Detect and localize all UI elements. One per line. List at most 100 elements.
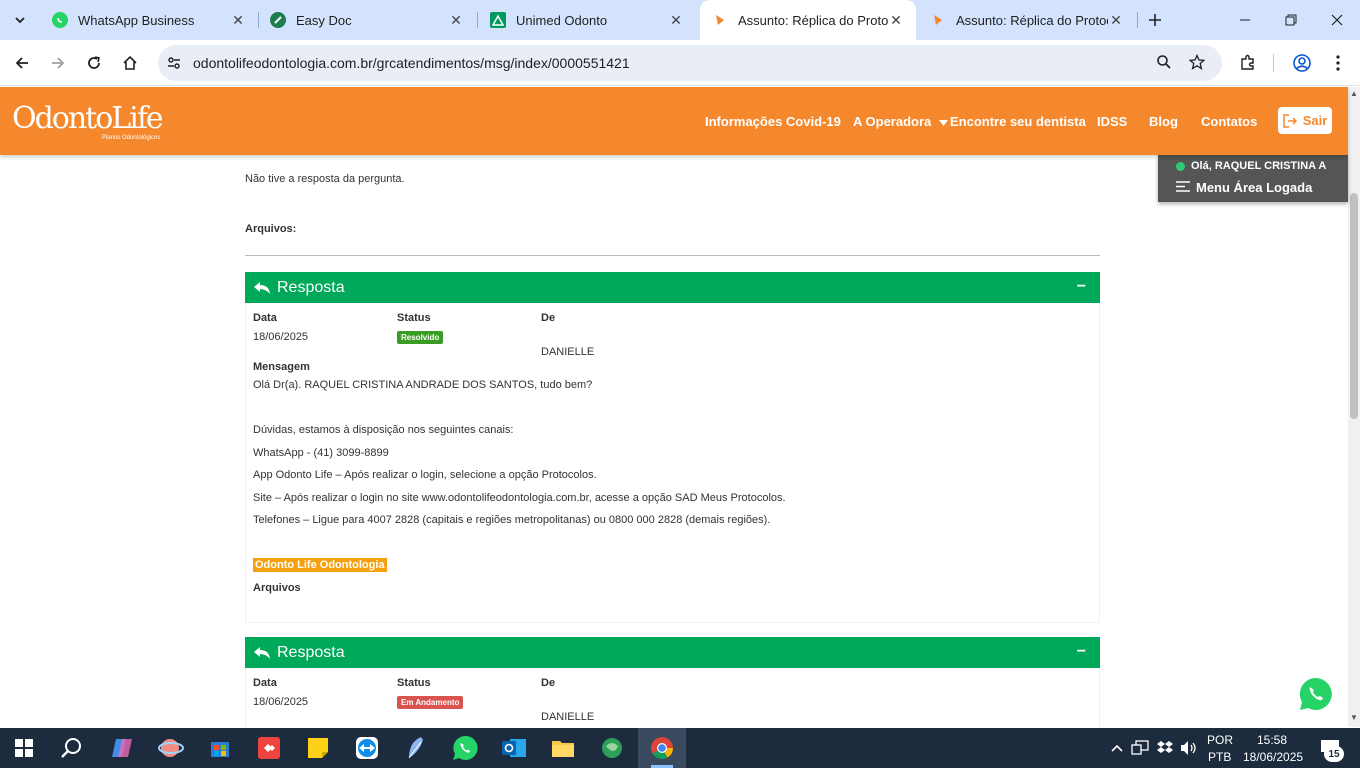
nav-contatos[interactable]: Contatos xyxy=(1201,114,1257,129)
close-icon[interactable]: ✕ xyxy=(668,12,684,28)
close-icon[interactable]: ✕ xyxy=(888,12,904,28)
from-label: De xyxy=(541,677,556,689)
logout-button[interactable]: Sair xyxy=(1278,107,1332,134)
close-window-button[interactable] xyxy=(1314,0,1360,40)
tab-search-button[interactable] xyxy=(6,6,34,34)
tray-volume[interactable] xyxy=(1175,734,1203,762)
response-title: Resposta xyxy=(277,643,345,661)
response-header[interactable]: Resposta − xyxy=(245,637,1100,668)
restore-icon xyxy=(1285,14,1297,26)
arrow-left-icon xyxy=(15,57,28,69)
taskbar-file-explorer[interactable] xyxy=(549,734,577,762)
response-title: Resposta xyxy=(277,278,345,296)
clock-time[interactable]: 15:58 xyxy=(1257,733,1287,747)
taskbar-teamviewer[interactable] xyxy=(353,734,381,762)
taskbar-outlook[interactable] xyxy=(500,734,528,762)
message-line: Dúvidas, estamos à disposição nos seguin… xyxy=(253,424,514,436)
forward-button[interactable] xyxy=(44,49,72,77)
reply-icon xyxy=(254,281,270,294)
tab-assunto-replica[interactable]: Assunto: Réplica do Protocolo ✕ xyxy=(918,0,1136,40)
menu-area-logada[interactable]: Menu Área Logada xyxy=(1176,180,1312,195)
logo-text: OdontoLife xyxy=(12,101,164,136)
windows-icon xyxy=(15,739,33,757)
logout-icon xyxy=(1282,113,1297,128)
collapse-button[interactable]: − xyxy=(1077,278,1086,296)
network-icon xyxy=(1131,740,1149,755)
scroll-up-arrow[interactable]: ▲ xyxy=(1349,89,1359,99)
tab-unimed-odonto[interactable]: Unimed Odonto ✕ xyxy=(478,0,696,40)
tray-network[interactable] xyxy=(1126,734,1154,762)
taskbar-copilot[interactable] xyxy=(108,734,136,762)
nav-covid[interactable]: Informações Covid-19 xyxy=(705,114,841,129)
arrow-right-icon xyxy=(52,57,65,69)
taskbar-store[interactable] xyxy=(206,734,234,762)
search-button[interactable] xyxy=(58,734,86,762)
site-info-icon[interactable] xyxy=(166,55,182,76)
extensions-button[interactable] xyxy=(1234,49,1262,77)
profile-button[interactable] xyxy=(1288,49,1316,77)
tab-label: Assunto: Réplica do Protocolo xyxy=(956,12,1108,28)
minimize-button[interactable] xyxy=(1222,0,1268,40)
tab-label: Assunto: Réplica do Protocolo xyxy=(738,12,888,28)
restore-button[interactable] xyxy=(1268,0,1314,40)
scrollbar-thumb[interactable] xyxy=(1350,193,1358,419)
chrome-icon xyxy=(651,737,673,759)
odontolife-icon xyxy=(712,12,728,28)
taskbar-whatsapp[interactable] xyxy=(451,734,479,762)
close-icon[interactable]: ✕ xyxy=(1108,12,1124,28)
taskbar-chrome[interactable] xyxy=(648,734,676,762)
language-indicator-line2[interactable]: PTB xyxy=(1208,750,1231,764)
tab-assunto-replica-active[interactable]: Assunto: Réplica do Protocolo ✕ xyxy=(700,0,916,40)
close-icon xyxy=(1331,14,1343,26)
menu-icon xyxy=(1176,181,1190,192)
map-globe-icon xyxy=(602,738,622,758)
user-menu-panel[interactable]: Olá, RAQUEL CRISTINA ANDRADE DOS SANTOS … xyxy=(1158,155,1348,202)
response-body: Data 18/06/2025 Status Resolvido De DANI… xyxy=(245,303,1100,623)
collapse-button[interactable]: − xyxy=(1077,643,1086,661)
close-icon[interactable]: ✕ xyxy=(448,12,464,28)
tab-label: Unimed Odonto xyxy=(516,12,608,28)
teamviewer-icon xyxy=(356,737,378,759)
taskbar-app-feather[interactable] xyxy=(402,734,430,762)
nav-blog[interactable]: Blog xyxy=(1149,114,1178,129)
logo-subtitle: Planos Odontológicos xyxy=(102,135,161,141)
whatsapp-float-button[interactable] xyxy=(1298,676,1334,712)
close-icon[interactable]: ✕ xyxy=(230,12,246,28)
home-button[interactable] xyxy=(116,49,144,77)
date-value: 18/06/2025 xyxy=(253,696,309,708)
new-tab-button[interactable] xyxy=(1143,8,1167,32)
zoom-icon[interactable] xyxy=(1156,54,1172,75)
toolbar-divider xyxy=(1273,54,1274,72)
taskbar-anydesk[interactable] xyxy=(255,734,283,762)
taskbar-app-globe[interactable] xyxy=(157,734,185,762)
address-bar[interactable]: odontolifeodontologia.com.br/grcatendime… xyxy=(158,45,1222,81)
nav-idss[interactable]: IDSS xyxy=(1097,114,1127,129)
start-button[interactable] xyxy=(10,734,38,762)
back-button[interactable] xyxy=(8,49,36,77)
nav-a-operadora[interactable]: A Operadora xyxy=(853,114,948,129)
clock-date[interactable]: 18/06/2025 xyxy=(1243,750,1303,764)
tab-whatsapp-business[interactable]: WhatsApp Business ✕ xyxy=(40,0,258,40)
odontolife-icon xyxy=(930,12,946,28)
language-indicator-line1[interactable]: POR xyxy=(1207,733,1233,747)
nav-label: A Operadora xyxy=(853,114,932,129)
tab-easy-doc[interactable]: Easy Doc ✕ xyxy=(258,0,476,40)
scroll-down-arrow[interactable]: ▼ xyxy=(1349,713,1359,723)
site-header: OdontoLife Planos Odontológicos Informaç… xyxy=(0,87,1348,155)
reload-button[interactable] xyxy=(80,49,108,77)
taskbar-app-map[interactable] xyxy=(598,734,626,762)
response-header[interactable]: Resposta − xyxy=(245,272,1100,303)
message-line: Telefones – Ligue para 4007 2828 (capita… xyxy=(253,514,771,526)
star-icon[interactable] xyxy=(1188,53,1206,75)
odontolife-logo[interactable]: OdontoLife Planos Odontológicos xyxy=(12,101,164,141)
tab-separator xyxy=(1137,12,1138,28)
folder-icon xyxy=(552,741,574,757)
feather-icon xyxy=(408,737,423,759)
nav-encontre-dentista[interactable]: Encontre seu dentista xyxy=(950,114,1086,129)
search-icon xyxy=(61,738,81,758)
reload-icon xyxy=(88,56,100,69)
whatsapp-icon xyxy=(52,12,68,28)
taskbar-sticky-notes[interactable] xyxy=(304,734,332,762)
browser-menu-button[interactable] xyxy=(1324,49,1352,77)
message-line: App Odonto Life – Após realizar o login,… xyxy=(253,469,597,481)
